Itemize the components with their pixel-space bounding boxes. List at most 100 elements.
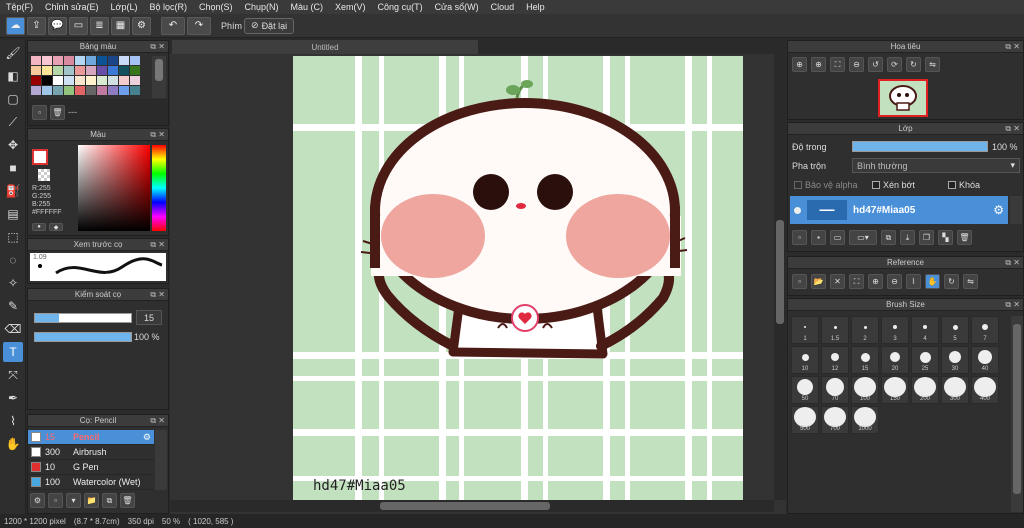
ref-hand-icon[interactable]: ✋ <box>925 274 940 289</box>
brush-list-item[interactable]: 300 Airbrush <box>28 445 154 460</box>
new-palette-icon[interactable]: ▫ <box>32 104 47 120</box>
ref-rotate-icon[interactable]: ↻ <box>944 274 959 289</box>
navigator-thumbnail[interactable] <box>878 79 928 117</box>
brush-list-item[interactable]: 100 Watercolor (Wet) <box>28 475 154 490</box>
foreground-color-swatch[interactable] <box>32 149 48 165</box>
palette-swatch[interactable] <box>75 66 85 75</box>
menu-item[interactable]: Chụp(N) <box>239 2 285 12</box>
mask-layer-icon[interactable]: ▚ <box>938 230 953 245</box>
rotate-right-icon[interactable]: ↻ <box>906 57 921 72</box>
layer-scrollbar[interactable] <box>1010 196 1022 224</box>
chat-icon[interactable]: 💬 <box>48 16 67 35</box>
menu-item[interactable]: Cửa sổ(W) <box>429 2 485 12</box>
palette-swatch[interactable] <box>53 76 63 85</box>
new-halftone-layer-icon[interactable]: ▪ <box>811 230 826 245</box>
horizontal-scrollbar[interactable] <box>170 500 774 512</box>
palette-swatch[interactable] <box>42 56 52 65</box>
comment-icon[interactable]: ▭ <box>69 16 88 35</box>
palette-swatch[interactable] <box>97 56 107 65</box>
palette-swatch[interactable] <box>75 86 85 95</box>
vertical-scrollbar[interactable] <box>774 54 786 500</box>
brush-size-cell[interactable]: 25 <box>911 346 939 374</box>
ref-close-icon[interactable]: ✕ <box>830 274 845 289</box>
palette-swatch[interactable] <box>108 86 118 95</box>
brush-settings-icon[interactable]: ⚙ <box>143 432 151 443</box>
popout-icon[interactable]: ⧉ ✕ <box>150 42 165 52</box>
popout-icon[interactable]: ⧉ ✕ <box>150 416 165 426</box>
palette-scrollbar[interactable] <box>152 56 166 98</box>
menu-item[interactable]: Chọn(S) <box>193 2 239 12</box>
select-pen-tool-icon[interactable]: ✎ <box>3 296 23 316</box>
brush-size-slider[interactable] <box>34 313 132 323</box>
palette-swatch[interactable] <box>130 56 140 65</box>
brush-size-cell[interactable]: 1000 <box>851 406 879 434</box>
protect-alpha-checkbox[interactable]: Bảo vệ alpha <box>794 180 858 190</box>
palette-swatch[interactable] <box>97 66 107 75</box>
pen-tool-icon[interactable]: ✒ <box>3 388 23 408</box>
brush-size-cell[interactable]: 12 <box>821 346 849 374</box>
undo-icon[interactable]: ↶ <box>161 16 185 35</box>
palette-swatch[interactable] <box>119 56 129 65</box>
saturation-value-picker[interactable] <box>78 145 150 231</box>
transform-tool-icon[interactable]: ⤧ <box>3 365 23 385</box>
cloud-icon[interactable]: ☁ <box>6 16 25 35</box>
popout-icon[interactable]: ⧉ ✕ <box>150 130 165 140</box>
tab-untitled[interactable]: Untitled <box>172 40 478 54</box>
palette-swatch[interactable] <box>119 86 129 95</box>
brush-size-cell[interactable]: 700 <box>821 406 849 434</box>
palette-swatch[interactable] <box>108 76 118 85</box>
magic-wand-tool-icon[interactable]: ✧ <box>3 273 23 293</box>
brush-list-item[interactable]: 10 G Pen <box>28 460 154 475</box>
palette-swatch[interactable] <box>75 56 85 65</box>
brush-list-item[interactable]: 15 Pencil ⚙ <box>28 430 154 445</box>
flip-icon[interactable]: ⇋ <box>925 57 940 72</box>
rect-select-tool-icon[interactable]: ▢ <box>3 89 23 109</box>
popout-icon[interactable]: ⧉ ✕ <box>150 240 165 250</box>
document-canvas[interactable]: hd47#Miaa05 <box>293 56 743 504</box>
copy-layer-icon[interactable]: ❐ <box>919 230 934 245</box>
layer-row[interactable]: ▬▬▬ hd47#Miaa05 ⚙ <box>790 196 1008 224</box>
palette-swatch[interactable] <box>42 66 52 75</box>
brush-size-value[interactable]: 15 <box>136 310 162 325</box>
rotate-left-icon[interactable]: ↺ <box>868 57 883 72</box>
blend-mode-select[interactable]: Bình thường ▾ <box>852 158 1020 173</box>
color-mode-a-icon[interactable]: ● <box>32 223 46 231</box>
clip-checkbox[interactable]: Xén bớt <box>872 180 915 190</box>
brush-copy-icon[interactable]: ⧉ <box>102 493 117 508</box>
ref-zoom-out-icon[interactable]: ⊖ <box>887 274 902 289</box>
bucket-tool-icon[interactable]: ⛽ <box>3 181 23 201</box>
brush-tool-icon[interactable]: 🖌 <box>3 43 23 63</box>
popout-icon[interactable]: ⧉ ✕ <box>1005 258 1020 268</box>
brush-size-cell[interactable]: 50 <box>791 376 819 404</box>
popout-icon[interactable]: ⧉ ✕ <box>1005 42 1020 52</box>
zoom-out-icon[interactable]: ⊖ <box>849 57 864 72</box>
brush-size-cell[interactable]: 1.5 <box>821 316 849 344</box>
ref-flip-icon[interactable]: ⇋ <box>963 274 978 289</box>
layer-visibility-icon[interactable] <box>794 206 801 214</box>
brush-size-cell[interactable]: 400 <box>971 376 999 404</box>
palette-swatch[interactable] <box>31 56 41 65</box>
palette-swatch[interactable] <box>53 66 63 75</box>
eyedropper-tool-icon[interactable]: ⌇ <box>3 411 23 431</box>
brush-size-cell[interactable]: 4 <box>911 316 939 344</box>
palette-swatch[interactable] <box>108 66 118 75</box>
lock-checkbox[interactable]: Khóa <box>948 180 980 190</box>
palette-swatch[interactable] <box>42 86 52 95</box>
line-tool-icon[interactable]: ⟋ <box>3 112 23 132</box>
eraser-tool-icon[interactable]: ◧ <box>3 66 23 86</box>
redo-icon[interactable]: ↷ <box>187 16 211 35</box>
palette-swatch[interactable] <box>31 86 41 95</box>
select-tool-icon[interactable]: ⬚ <box>3 227 23 247</box>
grid-icon[interactable]: ▦ <box>111 16 130 35</box>
ref-new-icon[interactable]: ▫ <box>792 274 807 289</box>
palette-swatch[interactable] <box>53 56 63 65</box>
ref-fit-icon[interactable]: ⛶ <box>849 274 864 289</box>
palette-swatch[interactable] <box>64 76 74 85</box>
palette-swatch[interactable] <box>86 86 96 95</box>
palette-swatch[interactable] <box>42 76 52 85</box>
brush-size-cell[interactable]: 100 <box>851 376 879 404</box>
palette-swatch[interactable] <box>97 76 107 85</box>
zoom-in-icon[interactable]: ⊕ <box>811 57 826 72</box>
palette-swatch[interactable] <box>86 56 96 65</box>
ref-eyedropper-icon[interactable]: ⌇ <box>906 274 921 289</box>
